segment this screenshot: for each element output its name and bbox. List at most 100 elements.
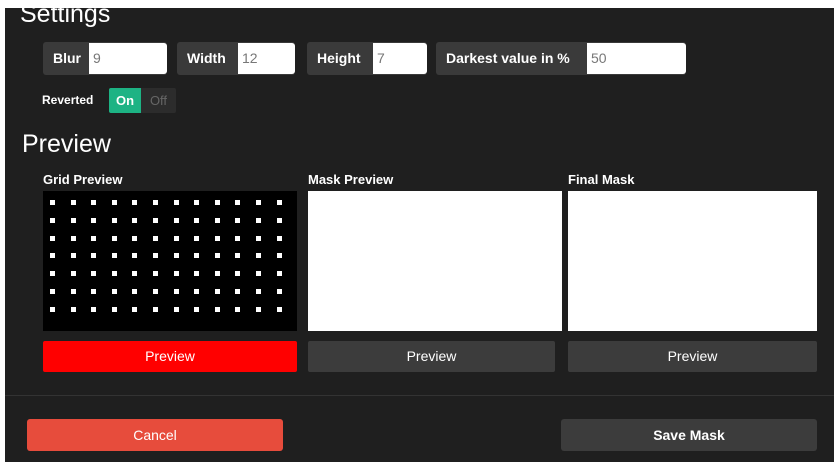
grid-dot [132, 271, 137, 276]
grid-dot [50, 271, 55, 276]
grid-dot [194, 218, 199, 223]
mask-preview-image [308, 191, 562, 331]
grid-dot [132, 307, 137, 312]
blur-label: Blur [53, 50, 81, 66]
grid-dot [215, 236, 220, 241]
settings-title: Settings [20, 0, 111, 28]
grid-dot [256, 289, 261, 294]
grid-dot [215, 200, 220, 205]
grid-dot [112, 253, 117, 258]
grid-preview-button[interactable]: Preview [43, 341, 297, 372]
grid-dot [194, 236, 199, 241]
grid-dot [153, 236, 158, 241]
reverted-label: Reverted [42, 93, 94, 107]
grid-dot [194, 200, 199, 205]
grid-dot [112, 218, 117, 223]
grid-dot [153, 271, 158, 276]
grid-dot [112, 307, 117, 312]
grid-dot [71, 289, 76, 294]
grid-dot [112, 289, 117, 294]
grid-dot [215, 271, 220, 276]
grid-dot [256, 253, 261, 258]
darkest-value-label: Darkest value in % [446, 50, 570, 66]
height-field: Height [307, 42, 427, 75]
mask-preview-button[interactable]: Preview [308, 341, 555, 372]
final-mask-preview-button[interactable]: Preview [568, 341, 817, 372]
toggle-on-option[interactable]: On [109, 88, 141, 113]
darkest-value-input[interactable] [587, 43, 686, 74]
grid-dot [132, 289, 137, 294]
grid-dot [112, 200, 117, 205]
grid-dot [174, 271, 179, 276]
grid-dot [256, 307, 261, 312]
grid-dot [277, 253, 282, 258]
grid-dot [256, 236, 261, 241]
grid-dot [194, 289, 199, 294]
grid-dot [277, 289, 282, 294]
settings-dialog: Settings Blur Width Height Darkest value… [5, 0, 834, 462]
height-input[interactable] [373, 43, 427, 74]
grid-dot [277, 271, 282, 276]
footer-divider [5, 395, 834, 396]
grid-dot [71, 307, 76, 312]
width-field: Width [177, 42, 295, 75]
grid-dot [235, 200, 240, 205]
blur-field: Blur [43, 42, 167, 75]
grid-dot [235, 271, 240, 276]
height-label: Height [317, 50, 361, 66]
grid-dot [153, 218, 158, 223]
grid-dot [71, 200, 76, 205]
grid-preview-label: Grid Preview [43, 172, 123, 187]
grid-dot [112, 271, 117, 276]
grid-dot [153, 307, 158, 312]
width-input[interactable] [238, 43, 295, 74]
grid-dot [277, 218, 282, 223]
grid-dot [132, 236, 137, 241]
grid-dot [71, 253, 76, 258]
grid-dot [256, 218, 261, 223]
grid-dot [91, 236, 96, 241]
grid-dot [174, 253, 179, 258]
final-mask-label: Final Mask [568, 172, 635, 187]
reverted-toggle[interactable]: On Off [109, 88, 176, 113]
grid-dot [194, 307, 199, 312]
grid-dot [153, 253, 158, 258]
grid-dot [91, 289, 96, 294]
grid-dot [71, 218, 76, 223]
grid-dot [235, 307, 240, 312]
grid-dot [215, 218, 220, 223]
grid-dot [153, 289, 158, 294]
grid-dot [91, 271, 96, 276]
final-mask-image [568, 191, 817, 331]
grid-dot [91, 218, 96, 223]
grid-dot [132, 218, 137, 223]
preview-title: Preview [22, 130, 111, 158]
grid-dot [256, 200, 261, 205]
save-mask-button[interactable]: Save Mask [561, 419, 817, 451]
grid-dot [50, 200, 55, 205]
grid-dot [215, 307, 220, 312]
grid-dot [174, 307, 179, 312]
grid-dot [112, 236, 117, 241]
grid-dot [71, 236, 76, 241]
grid-preview-image [43, 191, 297, 331]
blur-input[interactable] [89, 43, 167, 74]
grid-dot [50, 289, 55, 294]
grid-dot [50, 218, 55, 223]
grid-dot [277, 236, 282, 241]
grid-dot [50, 253, 55, 258]
grid-dot [71, 271, 76, 276]
toggle-off-option[interactable]: Off [141, 88, 176, 113]
grid-dot [153, 200, 158, 205]
grid-dot [50, 236, 55, 241]
grid-dot [235, 253, 240, 258]
grid-dot [91, 253, 96, 258]
grid-dot [277, 200, 282, 205]
grid-dot [256, 271, 261, 276]
grid-dot [174, 218, 179, 223]
grid-dot [215, 289, 220, 294]
grid-dot [174, 236, 179, 241]
darkest-value-field: Darkest value in % [436, 42, 686, 75]
grid-dot [235, 236, 240, 241]
cancel-button[interactable]: Cancel [27, 419, 283, 451]
